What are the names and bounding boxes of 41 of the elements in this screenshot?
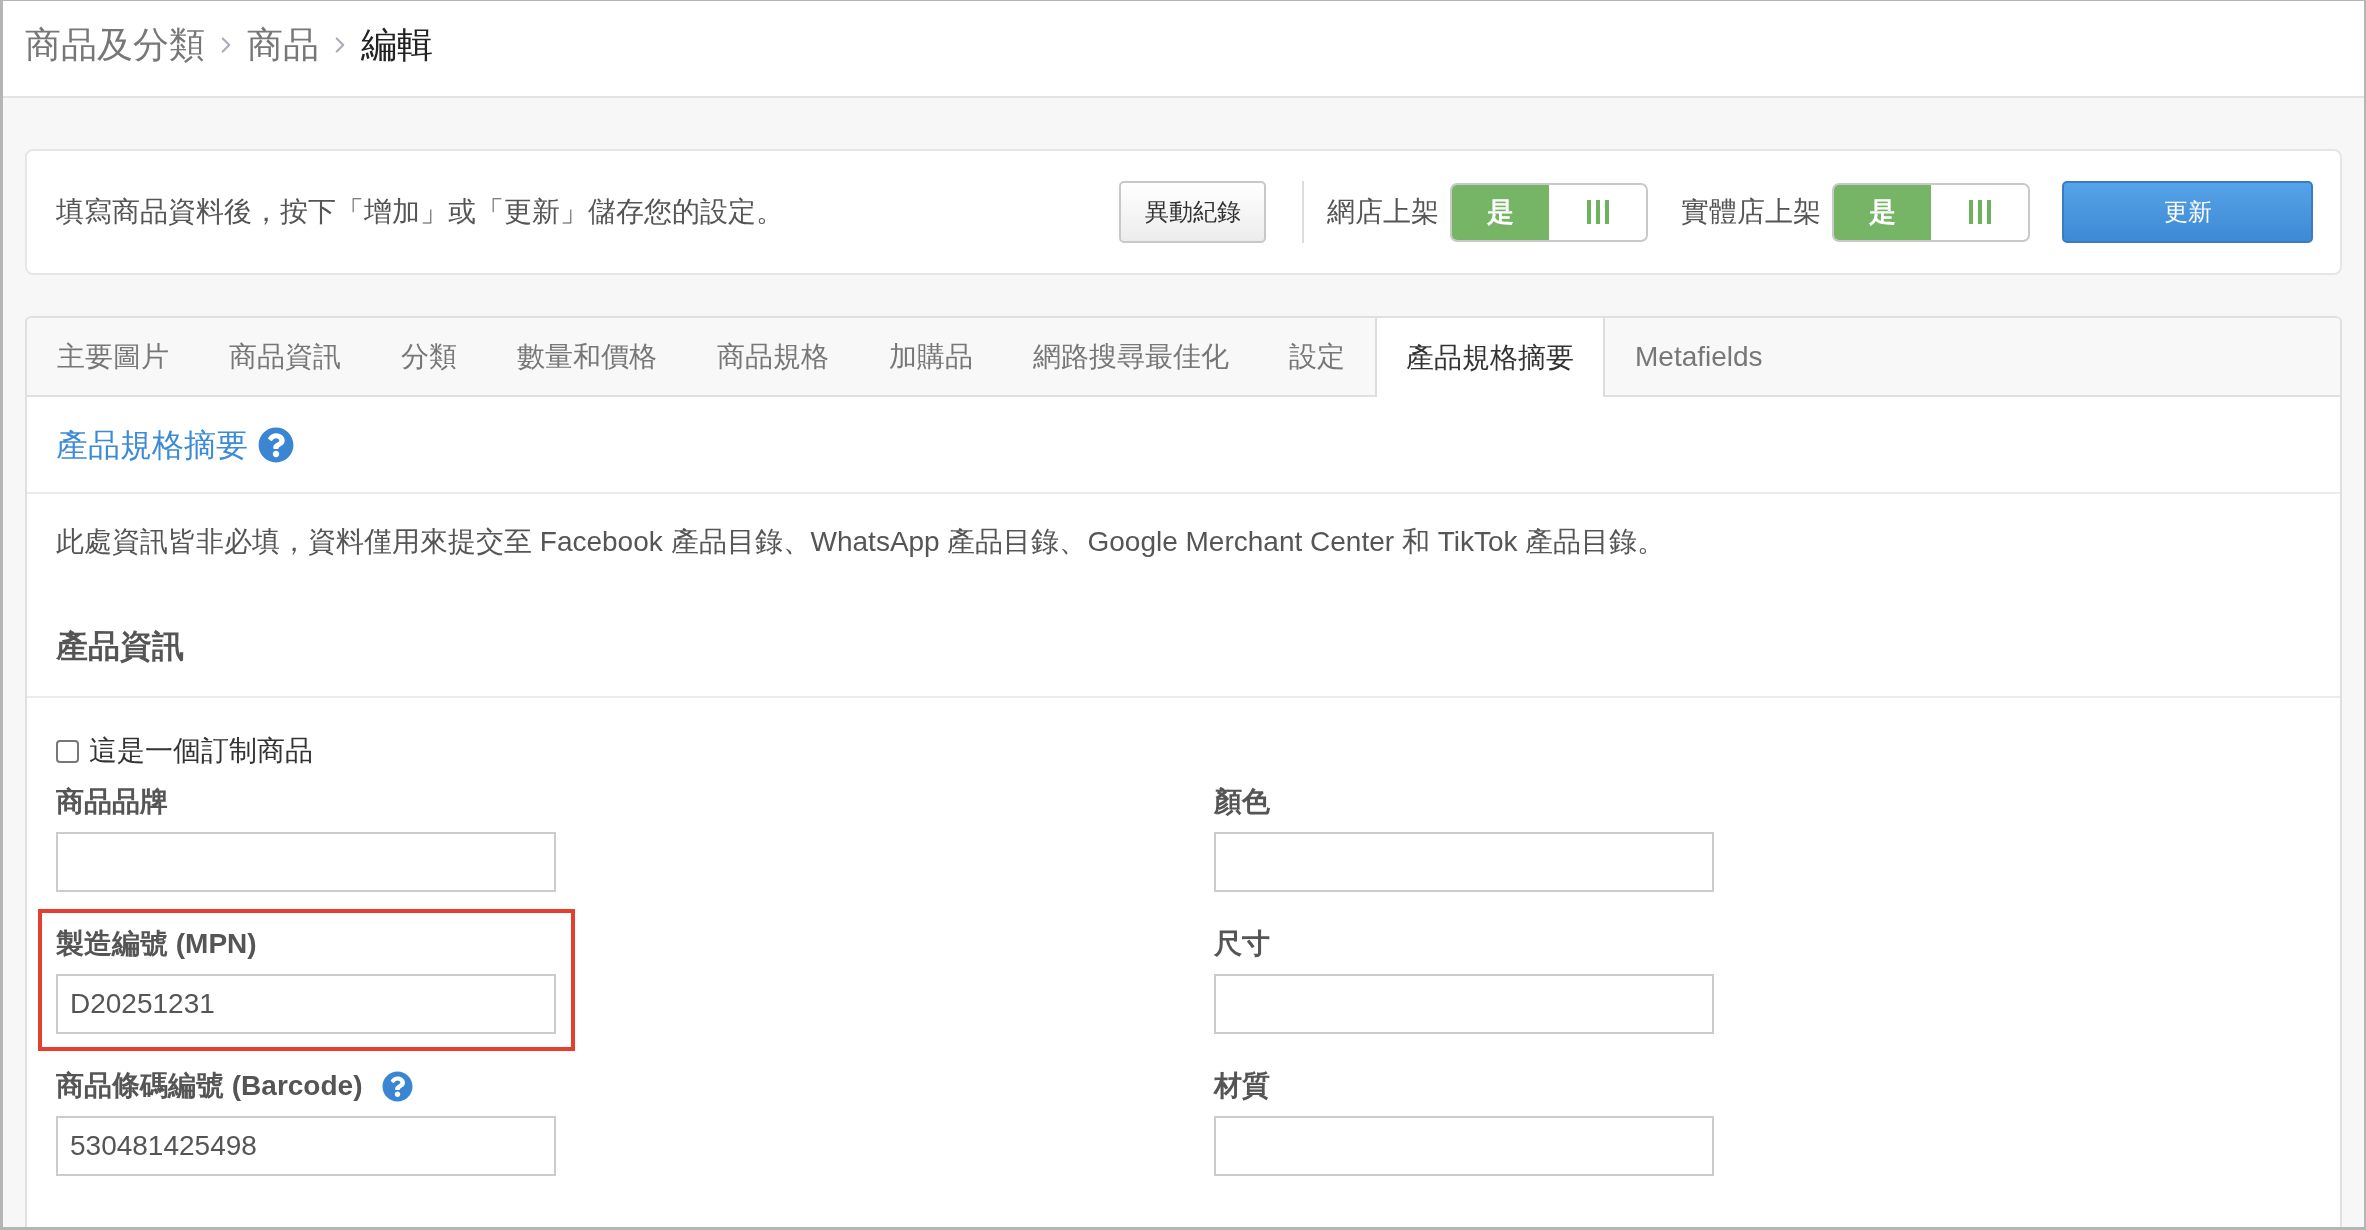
field-label: 材質: [1213, 1069, 1270, 1103]
tab[interactable]: 產品規格摘要: [1375, 318, 1605, 397]
field-label: 商品品牌: [56, 785, 168, 819]
checkbox[interactable]: [56, 739, 79, 763]
tab[interactable]: 分類: [371, 318, 487, 395]
help-icon[interactable]: [258, 426, 294, 463]
field-label: 尺寸: [1213, 927, 1270, 961]
breadcrumb-item: 編輯: [361, 22, 433, 67]
text-field[interactable]: [56, 832, 556, 892]
tab[interactable]: 設定: [1259, 318, 1375, 395]
toggle-switch[interactable]: 是: [1832, 182, 2030, 242]
history-button[interactable]: 異動紀錄: [1119, 181, 1266, 243]
toggle-label: 網店上架: [1327, 195, 1439, 229]
update-button[interactable]: 更新: [2062, 181, 2313, 243]
text-field[interactable]: [1213, 1116, 1714, 1176]
tab[interactable]: 商品規格: [687, 318, 859, 395]
section-title: 產品資訊: [56, 627, 185, 666]
note-text: 此處資訊皆非必填，資料僅用來提交至 Facebook 產品目錄、WhatsApp 產品目錄、Google Merchant Center 和 TikTok 產品目錄。: [56, 525, 1667, 559]
tab[interactable]: 商品資訊: [199, 318, 371, 395]
tab[interactable]: 網路搜尋最佳化: [1003, 318, 1259, 395]
field-label: 製造編號 (MPN): [56, 927, 257, 961]
hint-text: 填寫商品資料後，按下「增加」或「更新」儲存您的設定。: [56, 195, 784, 229]
checkbox-label: 這是一個訂制商品: [89, 734, 313, 768]
text-field[interactable]: [1213, 832, 1714, 892]
text-field[interactable]: D20251231: [56, 974, 556, 1034]
field-label: 商品條碼編號 (Barcode): [56, 1069, 363, 1103]
breadcrumb-item[interactable]: 商品: [247, 17, 319, 72]
breadcrumb-item[interactable]: 商品及分類: [25, 17, 205, 72]
help-icon[interactable]: [382, 1070, 414, 1102]
text-field[interactable]: 530481425498: [56, 1116, 556, 1176]
tab[interactable]: 數量和價格: [487, 318, 687, 395]
field-label: 顏色: [1213, 785, 1270, 819]
toggle-label: 實體店上架: [1681, 195, 1821, 229]
toggle-switch[interactable]: 是: [1450, 182, 1648, 242]
tab[interactable]: 主要圖片: [27, 318, 199, 395]
text-field[interactable]: [1213, 974, 1714, 1034]
grip-icon: [1968, 200, 1991, 224]
panel-title: 產品規格摘要: [56, 425, 248, 465]
tab[interactable]: 加購品: [859, 318, 1003, 395]
tab[interactable]: Metafields: [1605, 318, 1793, 395]
grip-icon: [1586, 200, 1609, 224]
